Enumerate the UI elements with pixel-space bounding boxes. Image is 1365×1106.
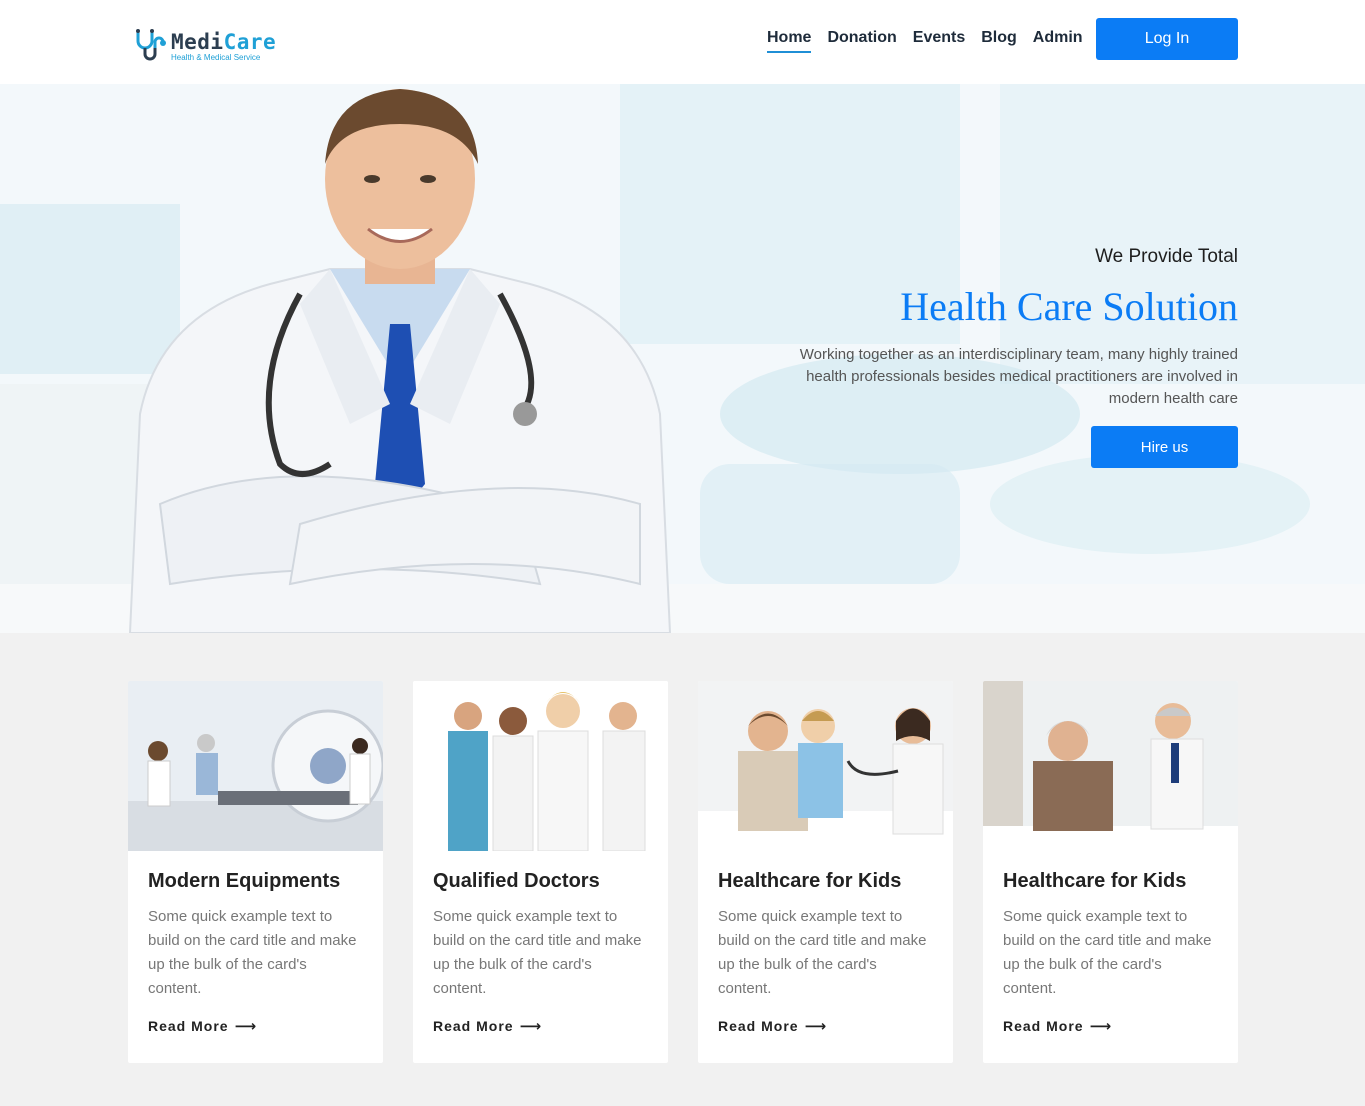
hero-text-block: We Provide Total Health Care Solution Wo…: [778, 244, 1238, 468]
nav-home[interactable]: Home: [767, 28, 812, 53]
hero-title: Health Care Solution: [900, 284, 1238, 329]
arrow-right-icon: ⟶: [1089, 1018, 1112, 1035]
hire-us-button[interactable]: Hire us: [1091, 426, 1238, 468]
card-title: Qualified Doctors: [433, 870, 600, 892]
hero-description: Working together as an interdisciplinary…: [799, 346, 1238, 407]
arrow-right-icon: ⟶: [234, 1018, 257, 1035]
card-text: Some quick example text to build on the …: [433, 908, 642, 997]
nav-blog[interactable]: Blog: [981, 28, 1017, 53]
card-body: Qualified Doctors Some quick example tex…: [413, 851, 668, 1063]
card-title: Modern Equipments: [148, 870, 341, 892]
read-more-link[interactable]: Read More ⟶: [718, 1017, 826, 1035]
radiotherapy-room-image: [128, 681, 383, 851]
doctor-portrait-image: [128, 89, 672, 633]
read-more-label: Read More: [433, 1018, 514, 1034]
brand-tagline: Health & Medical Service: [171, 53, 261, 62]
arrow-right-icon: ⟶: [804, 1018, 827, 1035]
card-body: Modern Equipments Some quick example tex…: [128, 851, 383, 1063]
read-more-label: Read More: [1003, 1018, 1084, 1034]
card-title: Healthcare for Kids: [718, 870, 902, 892]
arrow-right-icon: ⟶: [519, 1018, 542, 1035]
feature-card-doctors: Qualified Doctors Some quick example tex…: [413, 681, 668, 1063]
brand-name-part1: Medi: [171, 30, 224, 54]
feature-card-equipment: Modern Equipments Some quick example tex…: [128, 681, 383, 1063]
read-more-link[interactable]: Read More ⟶: [1003, 1017, 1111, 1035]
brand-name-part2: Care: [223, 30, 277, 54]
login-button[interactable]: Log In: [1096, 18, 1238, 60]
nav-events[interactable]: Events: [913, 28, 965, 53]
read-more-label: Read More: [718, 1018, 799, 1034]
feature-card-kids: Healthcare for Kids Some quick example t…: [698, 681, 953, 1063]
card-body: Healthcare for Kids Some quick example t…: [698, 851, 953, 1063]
read-more-label: Read More: [148, 1018, 229, 1034]
hero-section: We Provide Total Health Care Solution Wo…: [0, 84, 1365, 633]
child-checkup-image: [698, 681, 953, 851]
card-title: Healthcare for Kids: [1003, 870, 1187, 892]
nav-donation[interactable]: Donation: [827, 28, 896, 53]
card-text: Some quick example text to build on the …: [1003, 908, 1212, 997]
main-nav: Home Donation Events Blog Admin: [767, 28, 1083, 53]
card-text: Some quick example text to build on the …: [718, 908, 927, 997]
doctor-team-image: [413, 681, 668, 851]
features-section: Modern Equipments Some quick example tex…: [0, 633, 1365, 1106]
hero-kicker: We Provide Total: [1095, 246, 1238, 267]
elderly-consultation-image: [983, 681, 1238, 851]
card-text: Some quick example text to build on the …: [148, 908, 357, 997]
read-more-link[interactable]: Read More ⟶: [148, 1017, 256, 1035]
nav-admin[interactable]: Admin: [1033, 28, 1083, 53]
read-more-link[interactable]: Read More ⟶: [433, 1017, 541, 1035]
stethoscope-icon: [136, 29, 166, 61]
card-body: Healthcare for Kids Some quick example t…: [983, 851, 1238, 1063]
site-header: MediCare Health & Medical Service Home D…: [0, 0, 1365, 84]
brand-name: MediCare: [171, 31, 276, 53]
feature-card-elderly: Healthcare for Kids Some quick example t…: [983, 681, 1238, 1063]
brand-logo[interactable]: MediCare Health & Medical Service: [133, 27, 278, 65]
